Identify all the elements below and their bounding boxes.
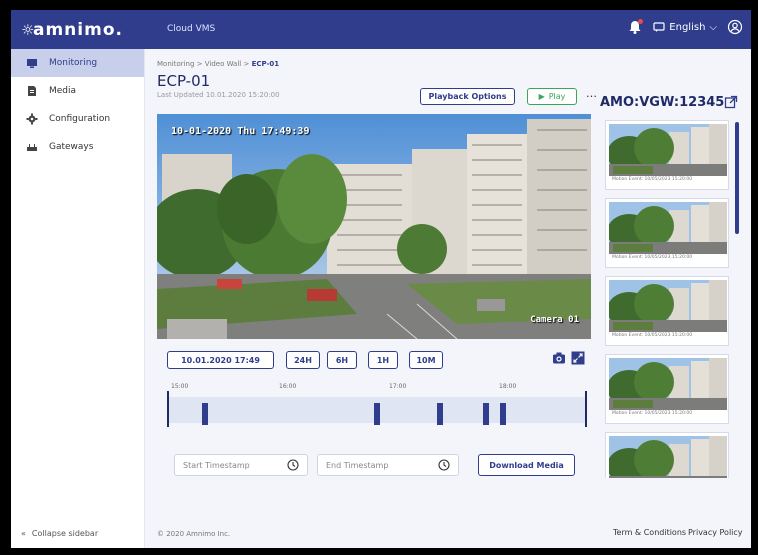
event-caption: Motion Event: 10/05/2023 15:20:00 <box>612 333 693 338</box>
start-timestamp-input[interactable]: Start Timestamp <box>174 454 308 476</box>
expand-icon[interactable] <box>571 351 585 365</box>
last-updated: Last Updated 10.01.2020 15:20:00 <box>157 91 280 99</box>
timeline-event-marker[interactable] <box>201 403 208 425</box>
gear-icon <box>25 112 39 126</box>
sidebar-item-label: Configuration <box>49 114 111 124</box>
file-icon <box>25 84 39 98</box>
language-selector[interactable]: English ⌵ <box>653 21 717 33</box>
clock-icon <box>287 459 299 471</box>
top-bar: ☼amnimo. Cloud VMS English ⌵ <box>11 10 751 49</box>
download-media-button[interactable]: Download Media <box>478 454 575 476</box>
timeline-event-marker[interactable] <box>500 403 506 425</box>
page-title: ECP-01 <box>157 72 211 90</box>
double-chevron-left-icon: « <box>21 529 26 538</box>
event-thumbnail[interactable]: Motion Event: 10/05/2023 15:20:00 <box>605 276 729 346</box>
chevron-down-icon: ⌵ <box>709 21 717 33</box>
logo[interactable]: ☼amnimo. <box>21 20 123 40</box>
event-thumbnail[interactable]: Motion Event: 10/05/2023 15:20:00 <box>605 120 729 190</box>
timeline-tick: 16:00 <box>279 383 297 390</box>
camera-label: Camera 01 <box>530 315 579 325</box>
timeline-tick: 15:00 <box>171 383 189 390</box>
terms-link[interactable]: Term & Conditions <box>613 528 686 537</box>
monitor-icon <box>25 56 39 70</box>
play-button[interactable]: ▶ Play <box>527 88 577 105</box>
sidebar-item-monitoring[interactable]: Monitoring <box>11 49 144 77</box>
collapse-sidebar-label: Collapse sidebar <box>31 529 99 538</box>
event-thumbnail[interactable] <box>605 432 729 478</box>
event-list-scrollbar[interactable] <box>735 122 739 234</box>
range-1h-button[interactable]: 1H <box>368 351 398 369</box>
collapse-sidebar-button[interactable]: « Collapse sidebar <box>21 529 98 538</box>
event-thumbnail-image <box>609 280 727 332</box>
timeline-end-edge <box>585 391 587 427</box>
sidebar-item-media[interactable]: Media <box>11 77 144 105</box>
start-timestamp-placeholder: Start Timestamp <box>183 460 250 470</box>
camera-id: AMO:VGW:12345 <box>600 95 725 110</box>
user-icon[interactable] <box>727 19 743 35</box>
language-label: English <box>669 21 706 33</box>
camera-feed-image <box>157 114 591 339</box>
event-thumbnail-image <box>609 358 727 410</box>
sidebar-item-gateways[interactable]: Gateways <box>11 133 144 161</box>
datetime-picker[interactable]: 10.01.2020 17:49 <box>167 351 274 369</box>
range-10m-button[interactable]: 10M <box>409 351 443 369</box>
event-thumbnail-list[interactable]: Motion Event: 10/05/2023 15:20:00 Motion … <box>605 120 743 478</box>
timeline-tick: 17:00 <box>389 383 407 390</box>
logo-text: amnimo. <box>33 20 123 40</box>
breadcrumb-path[interactable]: Monitoring > Video Wall > <box>157 60 252 68</box>
sidebar-item-label: Monitoring <box>49 58 98 68</box>
event-thumbnail-image <box>609 436 727 478</box>
end-timestamp-placeholder: End Timestamp <box>326 460 389 470</box>
end-timestamp-input[interactable]: End Timestamp <box>317 454 459 476</box>
privacy-link[interactable]: Privacy Policy <box>688 528 743 537</box>
range-24h-button[interactable]: 24H <box>286 351 320 369</box>
sidebar-item-label: Gateways <box>49 142 94 152</box>
sidebar-item-configuration[interactable]: Configuration <box>11 105 144 133</box>
play-label: Play <box>548 92 566 101</box>
sidebar: Monitoring Media Configuration Gateways … <box>11 49 145 548</box>
video-player[interactable]: 10-01-2020 Thu 17:49:39 Camera 01 <box>157 114 591 339</box>
event-caption: Motion Event: 10/05/2023 15:20:00 <box>612 411 693 416</box>
sidebar-item-label: Media <box>49 86 77 96</box>
topbar-actions: English ⌵ <box>627 19 743 35</box>
app-name: Cloud VMS <box>167 24 216 34</box>
more-options-button[interactable]: … <box>586 87 598 100</box>
event-caption: Motion Event: 10/05/2023 15:20:00 <box>612 255 693 260</box>
timeline-tick: 18:00 <box>499 383 517 390</box>
breadcrumb-current: ECP-01 <box>251 60 280 68</box>
timeline-event-marker[interactable] <box>374 403 380 425</box>
app-window: ☼amnimo. Cloud VMS English ⌵ Monitoring … <box>11 10 751 548</box>
bell-icon[interactable] <box>627 19 644 35</box>
timeline[interactable]: 15:00 16:00 17:00 18:00 <box>167 383 587 431</box>
timeline-event-marker[interactable] <box>437 403 443 425</box>
event-thumbnail[interactable]: Motion Event: 10/05/2023 15:20:00 <box>605 354 729 424</box>
breadcrumb: Monitoring > Video Wall > ECP-01 <box>157 60 279 68</box>
event-thumbnail-image <box>609 124 727 176</box>
camera-icon[interactable] <box>552 351 566 365</box>
range-6h-button[interactable]: 6H <box>327 351 357 369</box>
external-link-icon[interactable] <box>724 95 738 109</box>
osd-timestamp: 10-01-2020 Thu 17:49:39 <box>171 126 310 137</box>
timeline-event-marker[interactable] <box>483 403 490 425</box>
playback-options-button[interactable]: Playback Options <box>420 88 515 105</box>
copyright: © 2020 Amnimo Inc. <box>157 530 231 538</box>
event-thumbnail-image <box>609 202 727 254</box>
play-icon: ▶ <box>538 92 545 101</box>
gateway-icon <box>25 140 39 154</box>
logo-swirl-icon: ☼ <box>21 21 36 39</box>
event-thumbnail[interactable]: Motion Event: 10/05/2023 15:20:00 <box>605 198 729 268</box>
timeline-start-edge <box>167 391 169 427</box>
clock-icon <box>438 459 450 471</box>
event-caption: Motion Event: 10/05/2023 15:20:00 <box>612 177 693 182</box>
chat-icon <box>653 22 665 32</box>
